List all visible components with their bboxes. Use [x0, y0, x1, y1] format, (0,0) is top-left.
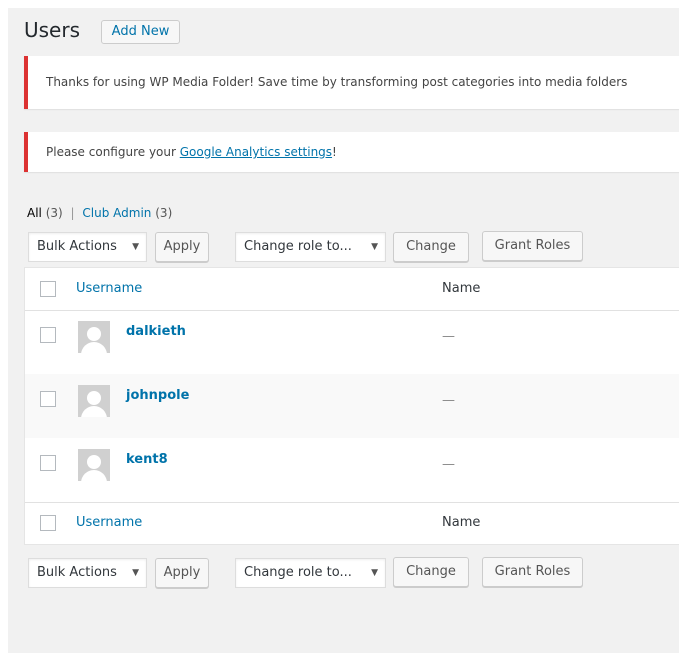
select-all-checkbox[interactable] [40, 281, 56, 297]
table-row: kent8 — [25, 438, 679, 502]
page-title: Users [24, 18, 81, 42]
caret-down-icon: ▼ [371, 568, 378, 578]
filter-all[interactable]: All (3) [27, 206, 63, 220]
caret-down-icon: ▼ [132, 242, 139, 252]
default-avatar-icon [78, 449, 110, 481]
bulk-actions-select-bottom[interactable]: Bulk Actions ▼ [28, 558, 147, 588]
select-all-checkbox-footer[interactable] [40, 515, 56, 531]
table-footer: Username Name [25, 502, 679, 545]
table-header: Username Name [25, 268, 679, 311]
username-column-header[interactable]: Username [76, 281, 142, 296]
change-role-select-top[interactable]: Change role to... ▼ [235, 232, 386, 262]
name-cell: — [442, 329, 455, 344]
table-row: dalkieth — [25, 310, 679, 374]
name-cell: — [442, 393, 455, 408]
apply-button-top[interactable]: Apply [155, 232, 209, 262]
change-role-select-bottom[interactable]: Change role to... ▼ [235, 558, 386, 588]
bulk-actions-select-top[interactable]: Bulk Actions ▼ [28, 232, 147, 262]
username-link[interactable]: johnpole [126, 388, 189, 403]
username-column-footer[interactable]: Username [76, 515, 142, 530]
default-avatar-icon [78, 321, 110, 353]
add-new-button[interactable]: Add New [101, 20, 180, 44]
apply-button-bottom[interactable]: Apply [155, 558, 209, 588]
username-link[interactable]: kent8 [126, 452, 168, 467]
role-filter-links: All (3) | Club Admin (3) [27, 206, 172, 220]
caret-down-icon: ▼ [132, 568, 139, 578]
caret-down-icon: ▼ [371, 242, 378, 252]
change-button-bottom[interactable]: Change [393, 557, 469, 587]
ga-notice-prefix: Please configure your [46, 145, 180, 159]
name-cell: — [442, 457, 455, 472]
admin-content: Users Add New Thanks for using WP Media … [8, 8, 679, 653]
ga-settings-link[interactable]: Google Analytics settings [180, 145, 332, 159]
row-checkbox[interactable] [40, 327, 56, 343]
table-row: johnpole — [25, 374, 679, 438]
row-checkbox[interactable] [40, 455, 56, 471]
name-column-header: Name [442, 281, 481, 296]
grant-roles-button-bottom[interactable]: Grant Roles [482, 557, 583, 587]
wpmf-notice-text: Thanks for using WP Media Folder! Save t… [46, 75, 628, 89]
filter-separator: | [70, 206, 75, 220]
default-avatar-icon [78, 385, 110, 417]
username-link[interactable]: dalkieth [126, 324, 186, 339]
name-column-footer: Name [442, 515, 481, 530]
filter-club-admin[interactable]: Club Admin (3) [82, 206, 172, 220]
grant-roles-button-top[interactable]: Grant Roles [482, 231, 583, 261]
change-button-top[interactable]: Change [393, 232, 469, 262]
ga-notice-suffix: ! [332, 145, 337, 159]
row-checkbox[interactable] [40, 391, 56, 407]
wpmf-notice: Thanks for using WP Media Folder! Save t… [24, 56, 679, 109]
ga-notice: Please configure your Google Analytics s… [24, 132, 679, 172]
users-table: Username Name dalkieth — johnpole — kent… [24, 267, 679, 545]
